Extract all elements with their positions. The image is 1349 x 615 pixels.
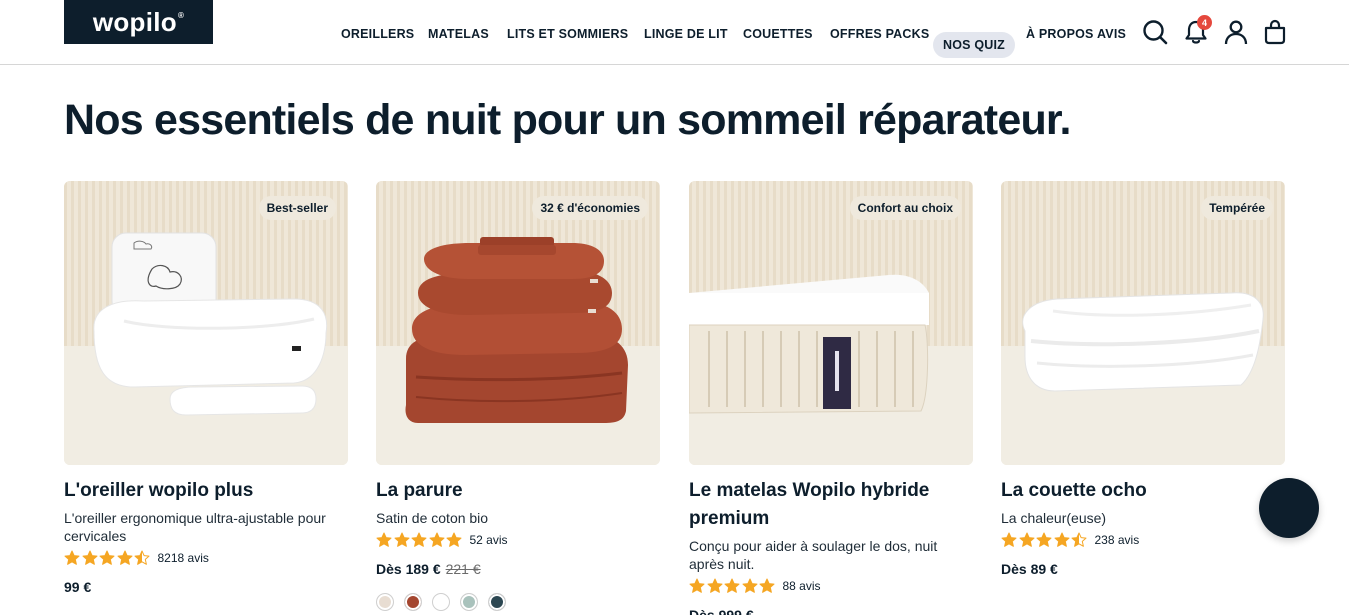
search-button[interactable] <box>1141 18 1169 46</box>
star-icon <box>707 578 722 593</box>
star-icon <box>82 550 97 565</box>
product-title[interactable]: Le matelas Wopilo hybride premium <box>689 477 973 533</box>
product-card-parure[interactable]: 32 € d'économies La parure Satin de coto… <box>376 181 660 611</box>
nav-avis[interactable]: AVIS <box>1097 22 1126 46</box>
nav-matelas[interactable]: MATELAS <box>428 22 489 46</box>
nav-couettes[interactable]: COUETTES <box>743 22 813 46</box>
star-icon <box>1001 532 1017 547</box>
product-price: Dès 999 € <box>689 607 973 615</box>
rating-stars <box>376 532 464 548</box>
product-rating: 88 avis <box>689 577 973 595</box>
nav-a-propos[interactable]: À PROPOS <box>1026 22 1094 46</box>
product-title[interactable]: La couette ocho <box>1001 477 1285 505</box>
product-badge: Confort au choix <box>849 196 961 220</box>
star-icon <box>1019 532 1034 547</box>
current-price: Dès 999 € <box>689 607 754 615</box>
star-icon <box>689 578 705 593</box>
logo-text: wopilo <box>92 6 177 37</box>
wopilo-logo[interactable]: wopilo ® <box>64 0 213 44</box>
product-badge: Tempérée <box>1201 196 1273 220</box>
bedding-set-illustration <box>405 237 628 423</box>
color-swatch[interactable] <box>460 593 478 611</box>
current-price: Dès 189 € <box>376 561 441 577</box>
nav-offres-packs[interactable]: OFFRES PACKS <box>830 22 929 46</box>
product-badge: 32 € d'économies <box>532 196 648 220</box>
original-price: 221 € <box>445 561 481 577</box>
product-card-matelas[interactable]: Confort au choix Le matelas Wopilo hybri… <box>689 181 973 615</box>
product-price: Dès 189 € 221 € <box>376 561 660 577</box>
star-icon <box>99 550 115 565</box>
star-icon <box>134 550 150 565</box>
product-rating: 8218 avis <box>64 549 348 567</box>
product-subtitle: Conçu pour aider à soulager le dos, nuit… <box>689 538 938 572</box>
star-icon <box>429 532 444 547</box>
rating-stars <box>64 550 152 566</box>
color-swatch[interactable] <box>404 593 422 611</box>
star-icon <box>724 578 740 593</box>
product-card-oreiller[interactable]: Best-seller L'oreiller wopilo plus L'ore… <box>64 181 348 595</box>
star-icon <box>1036 532 1052 547</box>
nav-lits-et-sommiers[interactable]: LITS ET SOMMIERS <box>507 22 628 46</box>
account-button[interactable] <box>1222 18 1250 46</box>
star-icon <box>1071 532 1087 547</box>
duvet-illustration <box>1022 292 1264 392</box>
pillow-illustration <box>93 232 328 416</box>
color-swatch[interactable] <box>488 593 506 611</box>
star-icon <box>759 578 775 593</box>
product-image-parure[interactable]: 32 € d'économies <box>376 181 660 465</box>
product-price: Dès 89 € <box>1001 561 1285 577</box>
site-header: wopilo ® OREILLERS MATELAS LITS ET SOMMIE… <box>0 0 1349 65</box>
star-icon <box>394 532 409 547</box>
product-rating: 238 avis <box>1001 531 1285 549</box>
nav-nos-quiz[interactable]: NOS QUIZ <box>933 32 1016 58</box>
bag-icon <box>1264 19 1286 45</box>
review-count[interactable]: 238 avis <box>1095 533 1140 547</box>
star-icon <box>411 532 427 547</box>
current-price: 99 € <box>64 579 92 595</box>
logo-registered-mark: ® <box>177 10 185 20</box>
star-icon <box>1054 532 1069 547</box>
color-swatch[interactable] <box>432 593 450 611</box>
rating-stars <box>1001 532 1089 548</box>
nav-oreillers[interactable]: OREILLERS <box>341 22 414 46</box>
user-icon <box>1224 20 1248 45</box>
nav-linge-de-lit[interactable]: LINGE DE LIT <box>644 22 728 46</box>
star-icon <box>64 550 80 565</box>
product-subtitle: L'oreiller ergonomique ultra-ajustable p… <box>64 510 326 544</box>
star-icon <box>117 550 132 565</box>
star-icon <box>742 578 757 593</box>
star-icon <box>376 532 392 547</box>
product-image-couette[interactable]: Tempérée <box>1001 181 1285 465</box>
star-icon <box>446 532 462 547</box>
notification-count-badge: 4 <box>1197 15 1212 30</box>
mattress-illustration <box>689 274 929 414</box>
notifications-button[interactable]: 4 <box>1182 15 1212 46</box>
page-title: Nos essentiels de nuit pour un sommeil r… <box>64 96 1071 144</box>
color-swatch[interactable] <box>376 593 394 611</box>
review-count[interactable]: 52 avis <box>470 533 508 547</box>
product-title[interactable]: L'oreiller wopilo plus <box>64 477 348 505</box>
product-badge: Best-seller <box>258 196 336 220</box>
product-subtitle: Satin de coton bio <box>376 510 489 526</box>
search-icon <box>1143 20 1168 45</box>
product-price: 99 € <box>64 579 348 595</box>
product-subtitle: La chaleur(euse) <box>1001 510 1107 526</box>
product-image-oreiller[interactable]: Best-seller <box>64 181 348 465</box>
current-price: Dès 89 € <box>1001 561 1058 577</box>
product-title[interactable]: La parure <box>376 477 660 505</box>
cart-button[interactable] <box>1261 18 1289 46</box>
product-card-couette[interactable]: Tempérée La couette ocho La chaleur(euse… <box>1001 181 1285 577</box>
review-count[interactable]: 88 avis <box>783 579 821 593</box>
product-image-matelas[interactable]: Confort au choix <box>689 181 973 465</box>
chat-button[interactable] <box>1259 478 1319 538</box>
rating-stars <box>689 578 777 594</box>
review-count[interactable]: 8218 avis <box>158 551 209 565</box>
product-rating: 52 avis <box>376 531 660 549</box>
color-swatches <box>376 593 660 611</box>
